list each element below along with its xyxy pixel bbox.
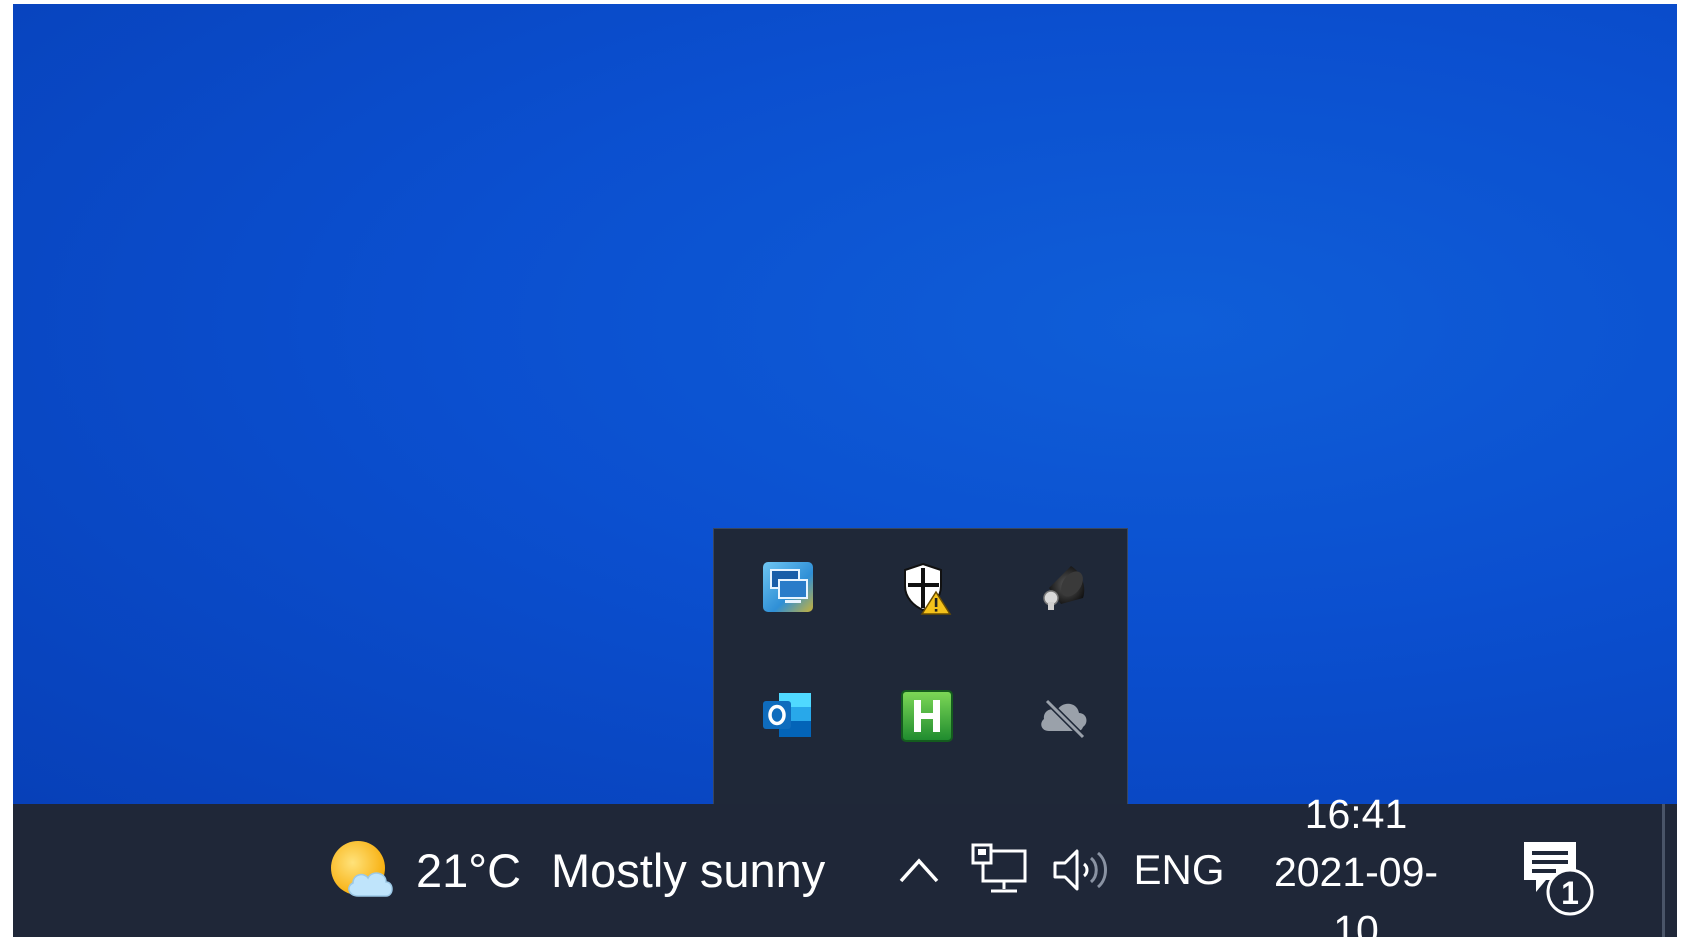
tray-overflow-flyout xyxy=(713,528,1128,804)
network-status-button[interactable] xyxy=(969,842,1031,898)
show-hidden-icons-button[interactable] xyxy=(891,842,947,898)
outlook-icon[interactable] xyxy=(756,684,820,748)
notification-count-badge: 1 xyxy=(1561,875,1579,911)
security-warning-icon[interactable] xyxy=(895,555,959,619)
screen: 21°C Mostly sunny ENG 16:41 2021-09-10 1 xyxy=(0,0,1686,937)
weather-widget[interactable]: 21°C Mostly sunny xyxy=(328,804,825,937)
input-language-button[interactable]: ENG xyxy=(1133,840,1225,900)
volume-icon xyxy=(1053,849,1107,891)
clock-date: 2021-09-10 xyxy=(1273,849,1439,937)
taskbar: 21°C Mostly sunny ENG 16:41 2021-09-10 1 xyxy=(13,791,1677,937)
network-wired-icon xyxy=(971,843,1027,893)
volume-button[interactable] xyxy=(1049,842,1111,898)
clock-time: 16:41 xyxy=(1304,791,1408,837)
chevron-up-icon xyxy=(899,858,939,883)
speaker-icon[interactable] xyxy=(1032,555,1096,619)
remote-desktop-icon[interactable] xyxy=(756,555,820,619)
show-desktop-button[interactable] xyxy=(1662,804,1665,937)
action-center-button[interactable]: 1 xyxy=(1513,834,1609,924)
weather-temperature: 21°C xyxy=(416,844,522,897)
onedrive-offline-icon[interactable] xyxy=(1032,684,1096,748)
clock-button[interactable]: 16:41 2021-09-10 xyxy=(1261,791,1451,937)
weather-condition: Mostly sunny xyxy=(551,844,826,897)
partly-sunny-icon xyxy=(328,836,398,906)
action-center-icon: 1 xyxy=(1524,842,1594,916)
h-app-icon[interactable] xyxy=(895,684,959,748)
